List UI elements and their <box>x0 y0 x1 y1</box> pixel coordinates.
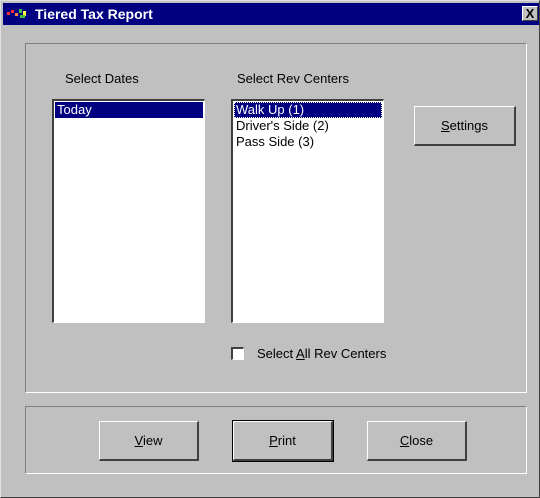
print-button[interactable]: Print <box>232 420 334 462</box>
window-close-button[interactable]: X <box>522 6 538 21</box>
tiered-tax-report-window: Tiered Tax Report X Select Dates Today S… <box>0 0 540 498</box>
dates-listbox[interactable]: Today <box>52 99 205 323</box>
select-all-checkbox[interactable] <box>231 347 244 360</box>
close-accel: C <box>399 433 410 448</box>
settings-button[interactable]: Settings <box>414 106 516 146</box>
list-item-walk-up[interactable]: Walk Up (1) <box>234 102 382 118</box>
close-button[interactable]: Close <box>367 421 467 461</box>
print-label: rint <box>277 433 296 448</box>
app-icon <box>7 9 26 18</box>
select-dates-label: Select Dates <box>65 71 139 86</box>
close-label: lose <box>409 433 434 448</box>
select-all-accel: A <box>296 346 305 361</box>
window-title: Tiered Tax Report <box>35 6 153 22</box>
list-item-drivers-side[interactable]: Driver's Side (2) <box>234 118 382 134</box>
select-all-label[interactable]: Select All Rev Centers <box>257 346 386 361</box>
select-all-pre: Select <box>257 346 297 361</box>
print-accel: P <box>269 433 278 448</box>
view-label: iew <box>142 433 163 448</box>
list-item-pass-side[interactable]: Pass Side (3) <box>234 134 382 150</box>
select-rev-centers-label: Select Rev Centers <box>237 71 349 86</box>
settings-label: ettings <box>449 118 488 133</box>
select-all-rest: ll Rev Centers <box>304 346 387 361</box>
rev-centers-listbox[interactable]: Walk Up (1) Driver's Side (2) Pass Side … <box>231 99 384 323</box>
view-button[interactable]: View <box>99 421 199 461</box>
list-item-today[interactable]: Today <box>55 102 203 118</box>
close-icon: X <box>525 6 535 21</box>
view-accel: V <box>134 433 143 448</box>
settings-accel: S <box>441 118 450 133</box>
title-bar[interactable]: Tiered Tax Report X <box>3 3 539 25</box>
